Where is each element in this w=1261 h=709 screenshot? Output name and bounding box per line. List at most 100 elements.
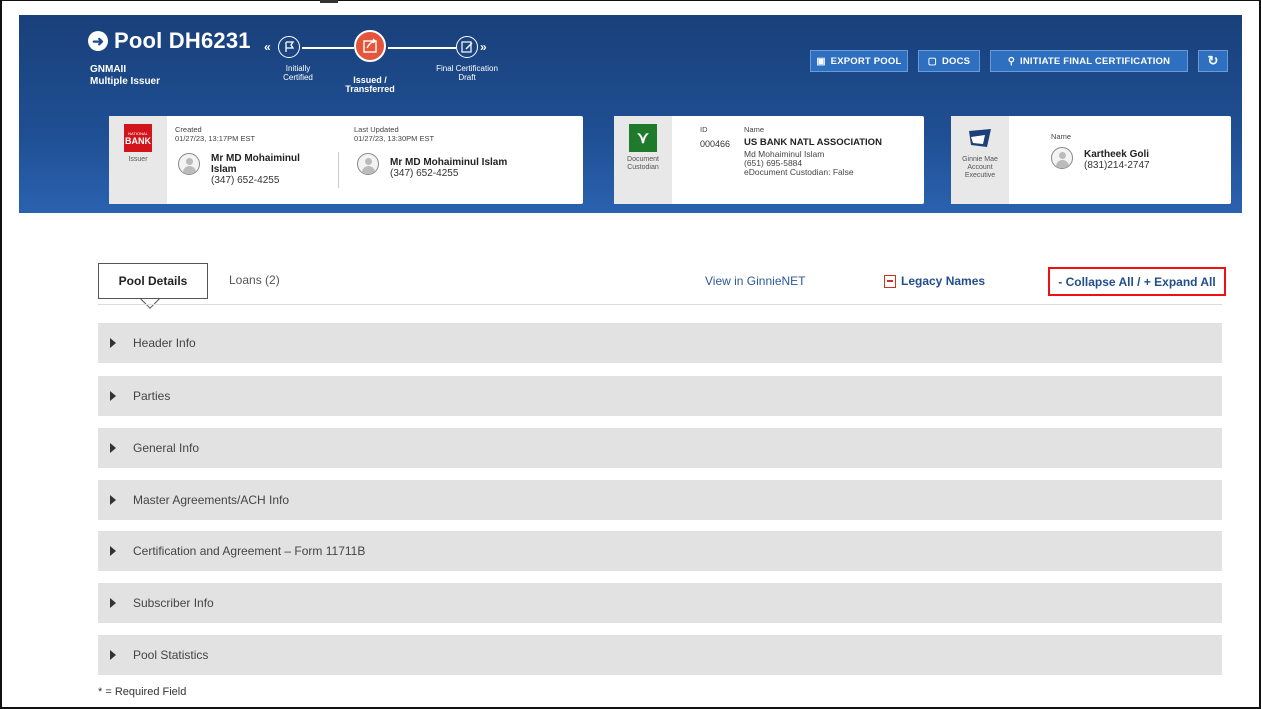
right-arrow-icon: »	[480, 40, 487, 54]
step-connector	[302, 47, 354, 49]
pdf-icon	[884, 274, 896, 288]
step-2-label: Issued / Transferred	[335, 76, 405, 94]
section-label: Subscriber Info	[133, 596, 214, 610]
docs-button[interactable]: ▢ DOCS	[918, 50, 980, 72]
step-3-line2: Draft	[458, 73, 476, 82]
collapse-expand-all-toggle[interactable]: - Collapse All / + Expand All	[1048, 267, 1226, 296]
custodian-id-value: 000466	[700, 139, 731, 149]
tabs-divider	[98, 304, 1222, 305]
custodian-name-value: US BANK NATL ASSOCIATION	[744, 137, 882, 148]
avatar	[1051, 147, 1073, 169]
docs-label: DOCS	[941, 55, 971, 67]
updated-by-name: Mr MD Mohaiminul Islam	[390, 157, 508, 168]
exec-card-side: Ginnie Mae Account Executive	[951, 116, 1009, 204]
left-arrow-icon: «	[264, 40, 271, 54]
legacy-names-label: Legacy Names	[901, 274, 986, 288]
required-field-note: * = Required Field	[98, 686, 187, 698]
created-label: Created	[175, 125, 202, 134]
caret-right-icon	[110, 598, 116, 608]
section-label: Certification and Agreement – Form 11711…	[133, 544, 366, 558]
exec-side-label: Ginnie Mae Account Executive	[962, 156, 998, 180]
export-pool-label: EXPORT POOL	[830, 55, 902, 67]
section-general-info[interactable]: General Info	[98, 428, 1222, 468]
pool-title-row: ➜ Pool DH6231	[88, 28, 251, 54]
edocument-custodian-status: eDocument Custodian: False	[744, 167, 854, 177]
section-pool-statistics[interactable]: Pool Statistics	[98, 635, 1222, 675]
issuer-card-side: NATIONAL BANK Issuer	[109, 116, 167, 204]
section-label: General Info	[133, 441, 200, 455]
pool-title: Pool DH6231	[114, 28, 251, 53]
exec-name: Kartheek Goli	[1084, 149, 1150, 160]
exec-name-label: Name	[1051, 132, 1072, 141]
caret-right-icon	[110, 443, 116, 453]
created-by-name-line2: Islam	[211, 164, 237, 175]
tab-loans[interactable]: Loans (2)	[229, 273, 280, 287]
ginnie-mae-logo	[966, 124, 994, 152]
caret-right-icon	[110, 495, 116, 505]
custodian-side-label: Document Custodian	[627, 156, 659, 172]
step-1-label: Initially Certified	[263, 64, 333, 82]
updated-label: Last Updated	[354, 125, 399, 134]
exec-side-line2: Account	[967, 164, 993, 171]
window-notch	[320, 0, 338, 3]
section-subscriber-info[interactable]: Subscriber Info	[98, 583, 1222, 623]
tab-pool-details[interactable]: Pool Details	[98, 263, 208, 299]
section-label: Pool Statistics	[133, 648, 209, 662]
issuer-card: NATIONAL BANK Issuer Created 01/27/23, 1…	[109, 116, 583, 204]
updated-value: 01/27/23, 13:30PM EST	[354, 134, 435, 143]
exec-side-line1: Ginnie Mae	[962, 156, 998, 163]
step-3-label: Final Certification Draft	[432, 64, 502, 82]
caret-right-icon	[110, 391, 116, 401]
section-certification-agreement[interactable]: Certification and Agreement – Form 11711…	[98, 531, 1222, 571]
caret-right-icon	[110, 338, 116, 348]
issued-step-icon	[354, 30, 386, 62]
caret-right-icon	[110, 650, 116, 660]
save-icon: ▣	[816, 55, 826, 67]
step-1-line2: Certified	[283, 73, 313, 82]
step-connector	[388, 47, 456, 49]
document-icon: ▢	[927, 55, 937, 67]
section-label: Parties	[133, 389, 171, 403]
pool-type: GNMAII	[90, 64, 127, 75]
section-label: Header Info	[133, 336, 196, 350]
section-label: Master Agreements/ACH Info	[133, 493, 290, 507]
created-by-name-line1: Mr MD Mohaiminul	[211, 153, 300, 164]
view-in-ginnienet-link[interactable]: View in GinnieNET	[705, 274, 806, 288]
custodian-id-label: ID	[700, 125, 708, 134]
status-stepper: « Initially Certified Issued / Transferr…	[263, 30, 526, 100]
custodian-name-label: Name	[744, 125, 765, 134]
step-1-line1: Initially	[285, 64, 311, 73]
export-pool-button[interactable]: ▣ EXPORT POOL	[810, 50, 908, 72]
back-arrow-icon[interactable]: ➜	[88, 31, 108, 51]
section-header-info[interactable]: Header Info	[98, 323, 1222, 363]
custodian-logo: ⋎	[629, 124, 657, 152]
legacy-names-link[interactable]: Legacy Names	[884, 274, 985, 288]
initiate-label: INITIATE FINAL CERTIFICATION	[1019, 55, 1171, 67]
flag-icon	[278, 36, 300, 58]
exec-phone: (831)214-2747	[1084, 160, 1150, 171]
issuer-side-label: Issuer	[128, 156, 148, 163]
logo-main-text: BANK	[125, 135, 151, 146]
edit-doc-icon	[456, 36, 478, 58]
certificate-icon: ⚲	[1007, 55, 1015, 67]
refresh-icon: ↻	[1207, 53, 1219, 68]
step-2-line2: Transferred	[345, 84, 395, 94]
custodian-card-side: ⋎ Document Custodian	[614, 116, 672, 204]
section-parties[interactable]: Parties	[98, 376, 1222, 416]
issuer-type: Multiple Issuer	[90, 76, 161, 87]
card-divider	[338, 152, 339, 188]
custodian-side-line1: Document	[627, 156, 659, 163]
section-master-agreements[interactable]: Master Agreements/ACH Info	[98, 480, 1222, 520]
caret-right-icon	[110, 546, 116, 556]
avatar	[178, 153, 200, 175]
initiate-final-certification-button[interactable]: ⚲ INITIATE FINAL CERTIFICATION	[990, 50, 1188, 72]
created-by-phone: (347) 652-4255	[211, 175, 280, 186]
account-executive-card: Ginnie Mae Account Executive Name Karthe…	[951, 116, 1231, 204]
national-bank-logo: NATIONAL BANK	[124, 124, 152, 152]
exec-side-line3: Executive	[964, 172, 996, 179]
custodian-side-line2: Custodian	[627, 164, 659, 171]
created-value: 01/27/23, 13:17PM EST	[175, 134, 256, 143]
refresh-button[interactable]: ↻	[1198, 50, 1228, 72]
updated-by-phone: (347) 652-4255	[390, 168, 459, 179]
document-custodian-card: ⋎ Document Custodian ID 000466 Name US B…	[614, 116, 924, 204]
